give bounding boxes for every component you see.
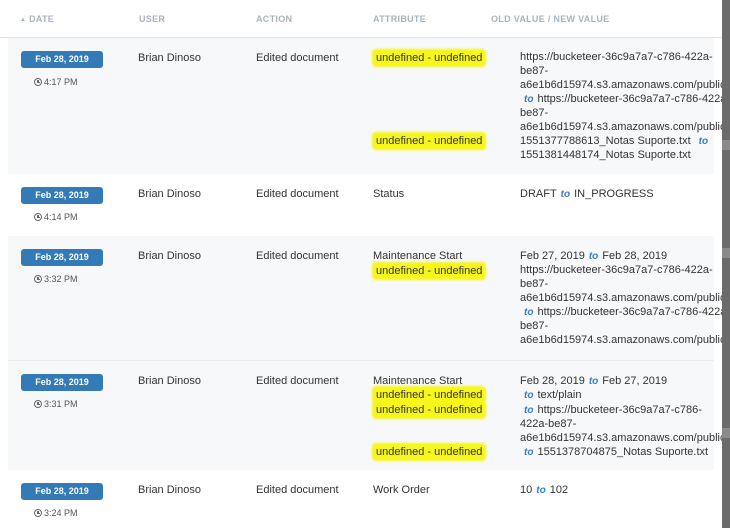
action-text: Edited document	[256, 375, 339, 387]
column-header-user: USER	[139, 14, 166, 24]
clock-icon	[34, 509, 42, 517]
value-line: to text/plain	[524, 389, 582, 401]
table-row: Feb 28, 2019 3:32 PM Brian Dinoso Edited…	[8, 236, 722, 360]
value-line: 1551377788613_Notas Suporte.txt to	[520, 135, 709, 147]
timestamp: 3:31 PM	[34, 399, 78, 409]
action-text: Edited document	[256, 484, 339, 496]
value-line: a6e1b6d15974.s3.amazonaws.com/public/155	[520, 432, 722, 444]
column-header-values: OLD VALUE / NEW VALUE	[491, 14, 610, 24]
value-line: a6e1b6d15974.s3.amazonaws.com/public/155	[520, 79, 722, 91]
attribute-name: Maintenance Start	[373, 250, 463, 262]
value-change: Feb 28, 2019 to Feb 27, 2019	[520, 375, 668, 387]
timestamp: 3:32 PM	[34, 274, 78, 284]
value-line: be87-	[520, 320, 549, 332]
action-text: Edited document	[256, 250, 339, 262]
value-change: Feb 27, 2019 to Feb 28, 2019	[520, 250, 668, 262]
date-badge: Feb 28, 2019	[21, 51, 103, 68]
clock-icon	[34, 275, 42, 283]
value-line: to https://bucketeer-36c9a7a7-c786-422a-	[524, 93, 722, 105]
attribute-name: undefined - undefined	[374, 445, 485, 459]
value-line: to https://bucketeer-36c9a7a7-c786-	[524, 404, 702, 416]
user-name: Brian Dinoso	[138, 52, 201, 64]
date-badge: Feb 28, 2019	[21, 249, 103, 266]
user-name: Brian Dinoso	[138, 484, 201, 496]
attribute-name: undefined - undefined	[374, 134, 485, 148]
attribute-name: undefined - undefined	[374, 51, 485, 65]
table-row: Feb 28, 2019 3:24 PM Brian Dinoso Edited…	[8, 470, 714, 528]
value-change: 10 to 102	[520, 484, 569, 496]
arrow-to-label: to	[698, 136, 709, 147]
history-panel: ▲ DATE USER ACTION ATTRIBUTE OLD VALUE /…	[0, 0, 722, 528]
table-row: Feb 28, 2019 4:17 PM Brian Dinoso Edited…	[8, 38, 722, 174]
table-header: ▲ DATE USER ACTION ATTRIBUTE OLD VALUE /…	[0, 0, 722, 38]
table-row: Feb 28, 2019 3:31 PM Brian Dinoso Edited…	[8, 360, 722, 470]
date-badge: Feb 28, 2019	[21, 374, 103, 391]
value-line: 422a-be87-	[520, 418, 577, 430]
column-header-action: ACTION	[256, 14, 293, 24]
timestamp: 3:24 PM	[34, 508, 78, 518]
timestamp: 4:14 PM	[34, 212, 78, 222]
date-badge: Feb 28, 2019	[21, 483, 103, 500]
attribute-name: Work Order	[373, 484, 430, 496]
arrow-to-label: to	[524, 94, 534, 105]
value-line: https://bucketeer-36c9a7a7-c786-422a-	[520, 264, 713, 276]
sort-asc-icon: ▲	[20, 17, 27, 23]
action-text: Edited document	[256, 188, 339, 200]
clock-icon	[34, 213, 42, 221]
timestamp: 4:17 PM	[34, 77, 78, 87]
column-header-attribute: ATTRIBUTE	[373, 14, 427, 24]
value-line: to 1551378704875_Notas Suporte.txt	[524, 446, 709, 458]
value-change: DRAFT to IN_PROGRESS	[520, 188, 654, 200]
value-line: be87-	[520, 107, 549, 119]
value-line: https://bucketeer-36c9a7a7-c786-422a-	[520, 51, 713, 63]
value-line: to https://bucketeer-36c9a7a7-c786-422a-	[524, 306, 722, 318]
user-name: Brian Dinoso	[138, 188, 201, 200]
value-line: a6e1b6d15974.s3.amazonaws.com/public/155	[520, 292, 722, 304]
value-line: be87-	[520, 278, 549, 290]
value-line: a6e1b6d15974.s3.amazonaws.com/public/155	[520, 334, 722, 346]
value-line: 1551381448174_Notas Suporte.txt	[520, 149, 691, 161]
value-line: a6e1b6d15974.s3.amazonaws.com/public/155	[520, 121, 722, 133]
attribute-name: undefined - undefined	[374, 388, 485, 402]
clock-icon	[34, 78, 42, 86]
date-badge: Feb 28, 2019	[21, 187, 103, 204]
value-line: be87-	[520, 65, 549, 77]
user-name: Brian Dinoso	[138, 250, 201, 262]
table-row: Feb 28, 2019 4:14 PM Brian Dinoso Edited…	[8, 174, 714, 236]
attribute-name: undefined - undefined	[374, 403, 485, 417]
column-header-date[interactable]: ▲ DATE	[20, 14, 54, 24]
clock-icon	[34, 400, 42, 408]
action-text: Edited document	[256, 52, 339, 64]
attribute-name: Status	[373, 188, 405, 200]
background-strip	[722, 0, 730, 528]
attribute-name: Maintenance Start	[373, 375, 463, 387]
attribute-name: undefined - undefined	[374, 264, 485, 278]
user-name: Brian Dinoso	[138, 375, 201, 387]
